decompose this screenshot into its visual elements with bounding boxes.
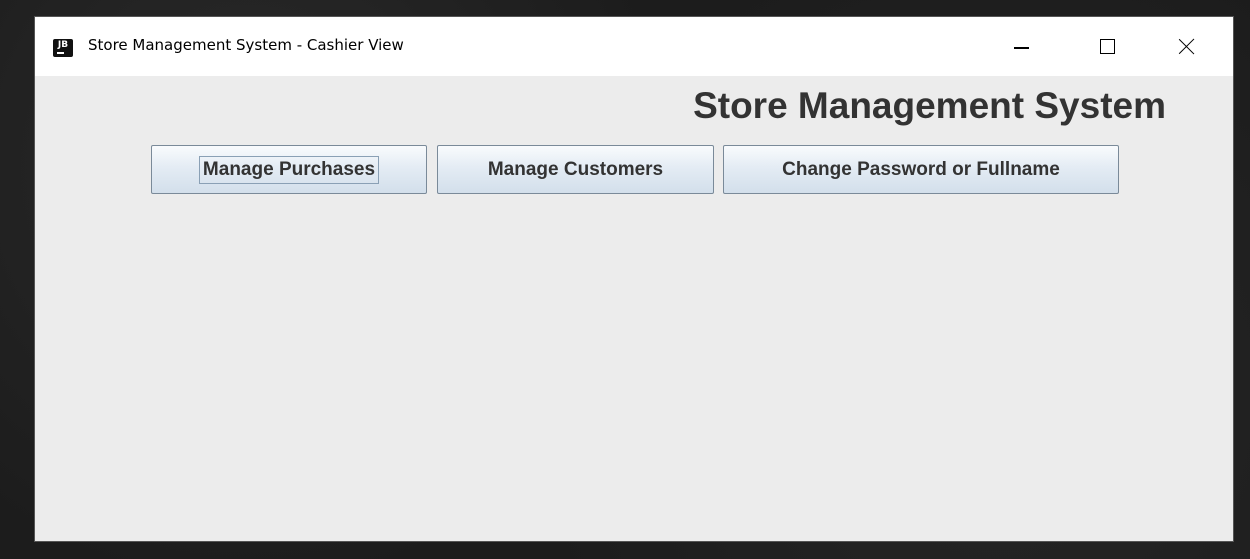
manage-purchases-label: Manage Purchases	[198, 156, 380, 184]
maximize-icon	[1100, 39, 1115, 54]
jetbrains-icon: JB	[53, 39, 73, 57]
app-window: JB Store Management System - Cashier Vie…	[35, 17, 1233, 541]
change-password-button[interactable]: Change Password or Fullname	[723, 145, 1119, 194]
close-button[interactable]	[1157, 17, 1217, 76]
app-icon-bar	[57, 52, 64, 54]
close-icon	[1177, 36, 1197, 56]
app-icon-label: JB	[57, 40, 69, 50]
maximize-button[interactable]	[1078, 17, 1138, 76]
minimize-button[interactable]	[990, 17, 1050, 76]
window-title: Store Management System - Cashier View	[88, 36, 404, 54]
manage-customers-button[interactable]: Manage Customers	[437, 145, 714, 194]
manage-purchases-button[interactable]: Manage Purchases	[151, 145, 427, 194]
manage-customers-label: Manage Customers	[487, 159, 664, 180]
page-title: Store Management System	[693, 85, 1166, 126]
minimize-icon	[1014, 47, 1029, 49]
title-bar[interactable]: JB Store Management System - Cashier Vie…	[35, 17, 1233, 76]
change-password-label: Change Password or Fullname	[782, 159, 1060, 180]
